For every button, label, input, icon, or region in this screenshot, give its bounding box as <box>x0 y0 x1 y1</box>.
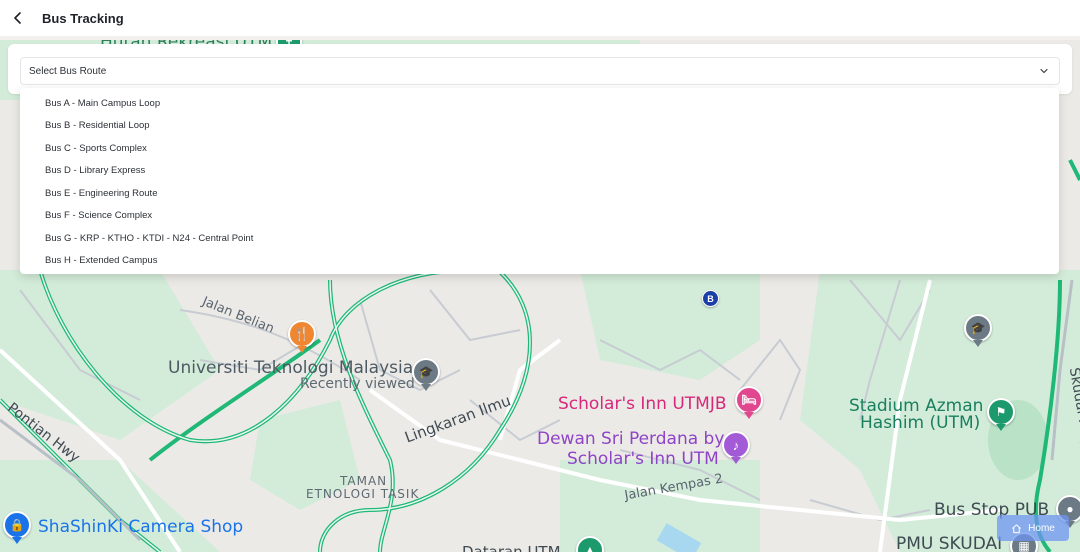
route-select-placeholder: Select Bus Route <box>29 65 107 77</box>
map-label-dewan-line2[interactable]: Scholar's Inn UTM <box>567 449 719 469</box>
back-button[interactable] <box>0 1 36 35</box>
stadium-pin-icon[interactable]: ⚑ <box>987 398 1015 426</box>
route-option-bus-g[interactable]: Bus G - KRP - KTHO - KTDI - N24 - Centra… <box>20 227 1059 250</box>
home-button[interactable]: Home <box>997 515 1069 541</box>
route-option-bus-d[interactable]: Bus D - Library Express <box>20 160 1059 183</box>
hotel-pin-icon[interactable]: 🛏 <box>735 386 763 414</box>
route-select[interactable]: Select Bus Route <box>20 57 1060 85</box>
route-option-bus-b[interactable]: Bus B - Residential Loop <box>20 115 1059 138</box>
map-label-stadium-line2[interactable]: Hashim (UTM) <box>860 413 980 433</box>
map-label-shashinki[interactable]: ShaShinKi Camera Shop <box>38 517 243 537</box>
map-label-utm[interactable]: Universiti Teknologi Malaysia <box>168 358 413 378</box>
school-pin-icon[interactable]: 🎓 <box>412 358 440 386</box>
map-label-pmu-skudai[interactable]: PMU SKUDAI <box>896 534 1002 552</box>
route-dropdown-menu: Bus A - Main Campus Loop Bus B - Residen… <box>20 88 1059 274</box>
route-option-bus-e[interactable]: Bus E - Engineering Route <box>20 182 1059 205</box>
home-icon <box>1012 523 1022 533</box>
map-label-taman-line2: ETNOLOGI TASIK <box>306 487 420 501</box>
route-option-bus-f[interactable]: Bus F - Science Complex <box>20 205 1059 228</box>
route-select-panel: Select Bus Route <box>8 44 1072 94</box>
map-label-dataran[interactable]: Dataran UTM <box>462 543 561 552</box>
map-label-taman-line1: TAMAN <box>340 474 388 488</box>
route-option-bus-a[interactable]: Bus A - Main Campus Loop <box>20 92 1059 115</box>
home-button-label: Home <box>1028 522 1055 534</box>
page-title: Bus Tracking <box>42 10 124 26</box>
bus-marker[interactable]: B <box>702 290 719 307</box>
shopping-pin-icon[interactable]: 🔒 <box>3 511 31 539</box>
map-label-dewan-line1[interactable]: Dewan Sri Perdana by <box>537 429 724 449</box>
app-header: Bus Tracking <box>0 0 1080 36</box>
route-option-bus-h[interactable]: Bus H - Extended Campus <box>20 250 1059 273</box>
map-label-recently-viewed: Recently viewed <box>300 376 415 392</box>
music-venue-pin-icon[interactable]: ♪ <box>722 431 750 459</box>
chevron-left-icon <box>14 12 21 24</box>
chevron-down-icon <box>1040 68 1048 74</box>
restaurant-pin-icon[interactable]: 🍴 <box>288 320 316 348</box>
map-label-scholars-inn[interactable]: Scholar's Inn UTMJB <box>558 394 727 414</box>
route-option-bus-c[interactable]: Bus C - Sports Complex <box>20 137 1059 160</box>
school-pin-2-icon[interactable]: 🎓 <box>964 314 992 342</box>
